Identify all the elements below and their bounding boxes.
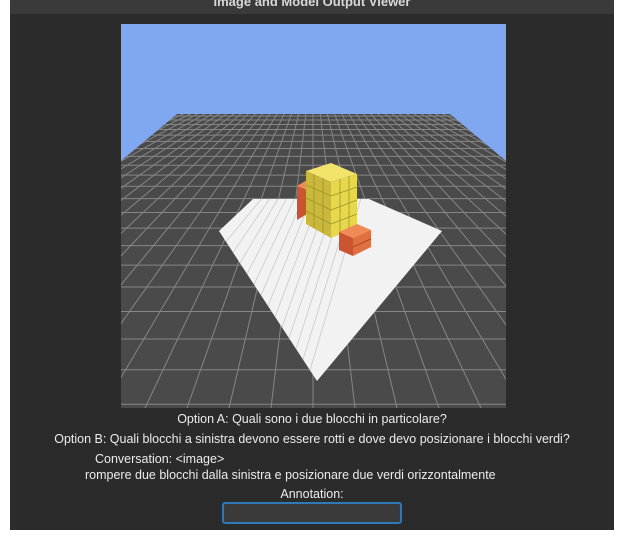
annotation-input[interactable] bbox=[222, 502, 402, 524]
option-a-text: Option A: Quali sono i due blocchi in pa… bbox=[177, 412, 447, 426]
annotation-label: Annotation: bbox=[280, 487, 344, 501]
window-title: Image and Model Output Viewer bbox=[213, 0, 411, 9]
conversation-label: Conversation: <image> bbox=[95, 452, 225, 466]
conversation-text: rompere due blocchi dalla sinistra e pos… bbox=[85, 468, 496, 482]
yellow-stack bbox=[305, 163, 358, 238]
title-bar: Image and Model Output Viewer bbox=[10, 0, 614, 14]
viewer-window: Image and Model Output Viewer Option A: … bbox=[10, 0, 614, 530]
scene-image bbox=[121, 24, 506, 408]
option-b-text: Option B: Quali blocchi a sinistra devon… bbox=[54, 432, 570, 446]
